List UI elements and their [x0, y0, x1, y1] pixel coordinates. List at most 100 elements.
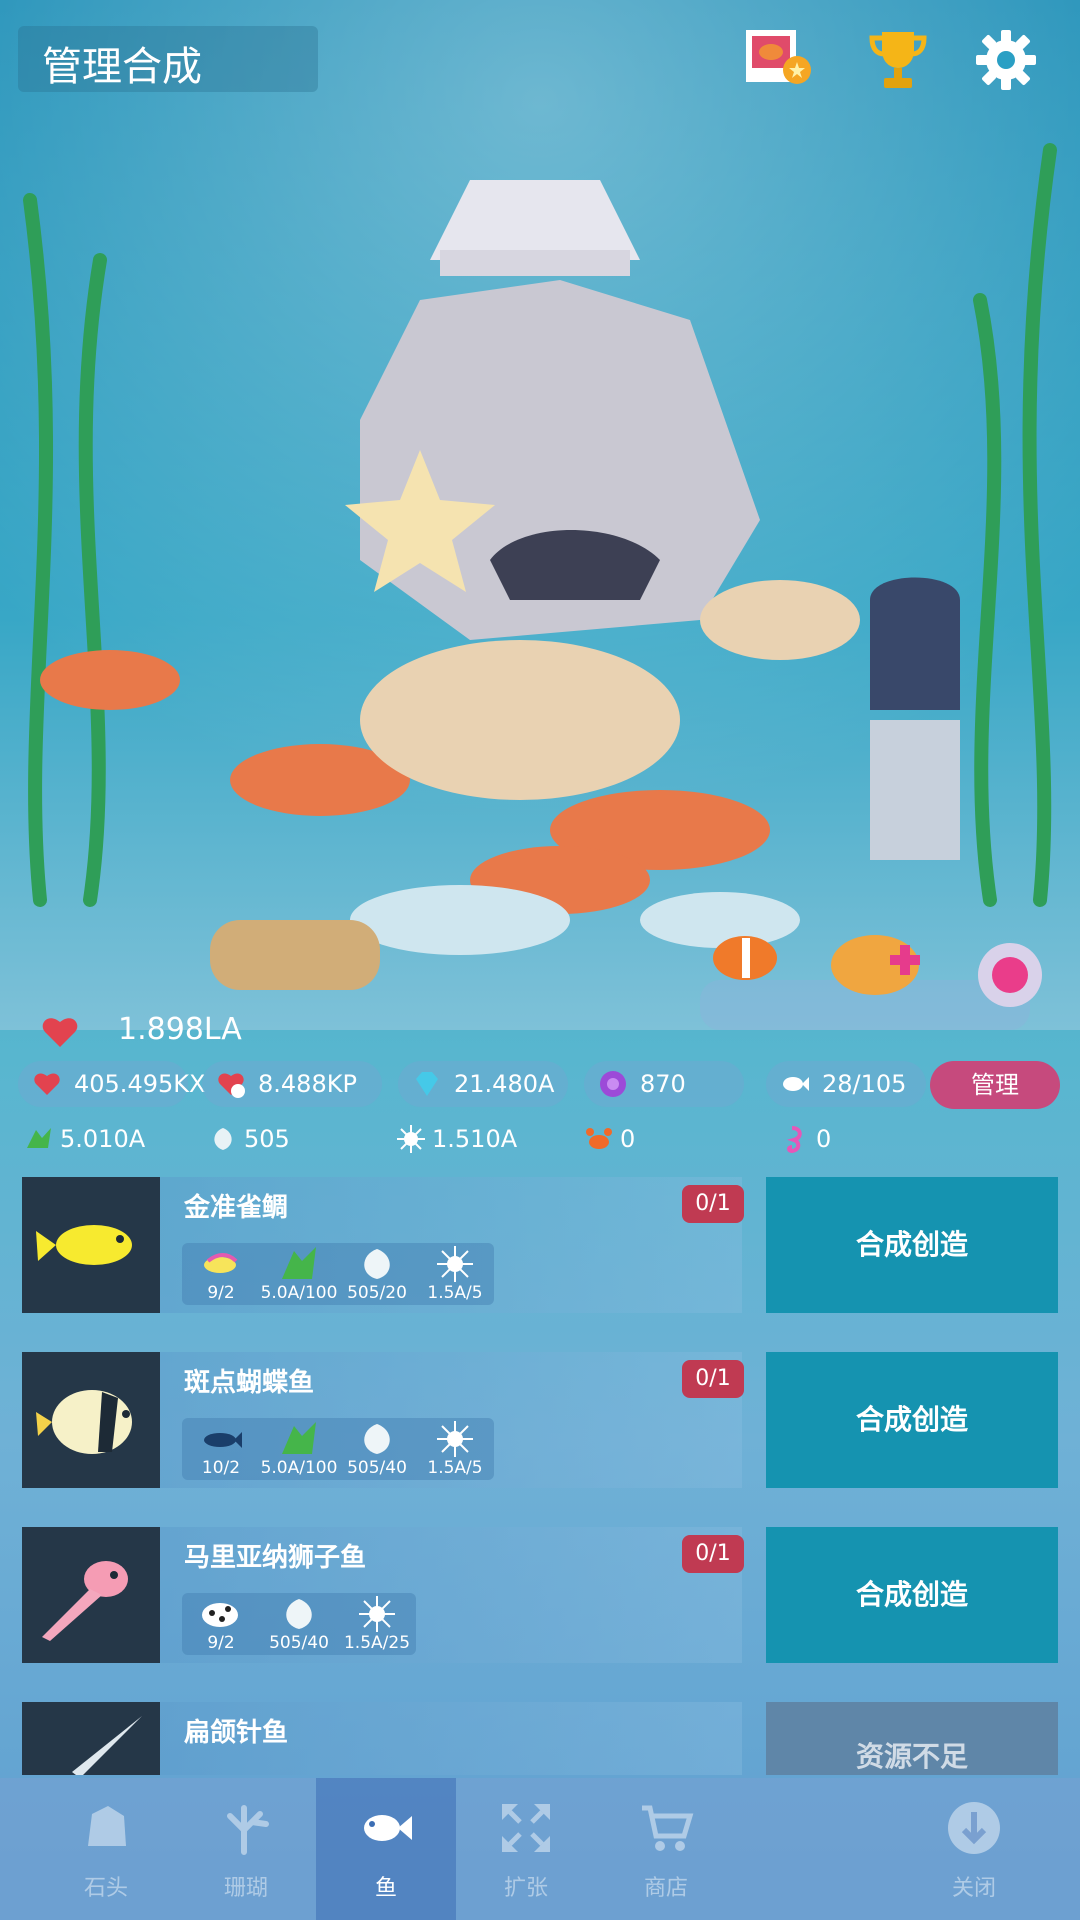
tab-expand[interactable]: 扩张: [456, 1778, 596, 1920]
requirement-item: 5.0A/100: [260, 1243, 338, 1305]
manage-button[interactable]: 管理: [930, 1061, 1060, 1109]
craft-button[interactable]: 合成创造: [766, 1527, 1058, 1663]
seahorse-icon: [786, 1126, 802, 1154]
vitality-per-tap-chip: 405.495KX: [18, 1061, 205, 1107]
vitality-per-sec-chip: 8.488KP: [202, 1061, 382, 1107]
shell-icon: [364, 1424, 390, 1454]
requirement-label: 5.0A/100: [260, 1458, 338, 1478]
shell-icon: [286, 1599, 312, 1629]
tap-heart-icon: [34, 1073, 60, 1095]
requirement-item: 505/40: [338, 1418, 416, 1480]
craft-button-disabled[interactable]: 资源不足: [766, 1702, 1058, 1775]
owned-count-badge: 0/1: [682, 1360, 744, 1398]
gear-icon[interactable]: [970, 24, 1042, 96]
urchin-stat: 1.510A: [396, 1116, 536, 1162]
requirement-item: 9/2: [182, 1593, 260, 1655]
pearls-value: 870: [640, 1070, 686, 1098]
requirement-item: 5.0A/100: [260, 1418, 338, 1480]
tab-coral[interactable]: 珊瑚: [176, 1778, 316, 1920]
bottom-tab-bar: 石头 珊瑚 鱼 扩张 商店 关闭: [0, 1778, 1080, 1920]
seahorse-stat: 0: [780, 1116, 860, 1162]
requirement-label: 9/2: [207, 1283, 235, 1303]
owned-count-badge: 0/1: [682, 1535, 744, 1573]
craft-button[interactable]: 合成创造: [766, 1352, 1058, 1488]
fish-icon: [204, 1432, 242, 1448]
fish-icon: [204, 1253, 238, 1273]
requirement-item: 505/20: [338, 1243, 416, 1305]
urchin-icon: [437, 1246, 473, 1282]
fish-count-value: 28/105: [822, 1070, 907, 1098]
pearl-icon: [600, 1071, 626, 1097]
urchins-value: 1.510A: [432, 1125, 518, 1153]
seaweed-icon: [282, 1247, 316, 1279]
crab-icon: [586, 1128, 612, 1149]
requirements-group: 10/2 5.0A/100 505/40 1.5A/5: [182, 1418, 494, 1480]
requirement-label: 5.0A/100: [260, 1283, 338, 1303]
requirement-label: 1.5A/25: [343, 1633, 411, 1653]
tab-label: 关闭: [951, 1876, 996, 1901]
requirement-label: 10/2: [201, 1458, 241, 1478]
tab-label: 石头: [83, 1876, 128, 1901]
fish-icon: [783, 1077, 809, 1091]
requirement-label: 505/40: [269, 1633, 329, 1653]
urchin-icon: [437, 1421, 473, 1457]
heart-icon: [42, 1018, 78, 1047]
top-bar: 管理合成: [0, 0, 1080, 110]
recipe-name: 斑点蝴蝶鱼: [184, 1368, 315, 1398]
shell-icon: [214, 1128, 232, 1150]
recipe-row: 金准雀鲷 0/1 9/2 5.0A/100 505/20 1.5A/5 合成创造: [22, 1177, 1058, 1313]
close-down-icon: [948, 1802, 1000, 1854]
vitality-per-tap-value: 405.495KX: [74, 1070, 206, 1098]
recipe-thumbnail: [22, 1527, 160, 1663]
requirement-label: 9/2: [207, 1633, 235, 1653]
timer-heart-icon: [218, 1073, 245, 1098]
recipe-row: 马里亚纳狮子鱼 0/1 9/2 505/40 1.5A/25 合成创造: [22, 1527, 1058, 1663]
tab-fish[interactable]: 鱼: [316, 1778, 456, 1920]
owned-count-badge: 0/1: [682, 1185, 744, 1223]
recipe-list[interactable]: 金准雀鲷 0/1 9/2 5.0A/100 505/20 1.5A/5 合成创造: [0, 1175, 1080, 1775]
gems-value: 21.480A: [454, 1070, 555, 1098]
aquarium-scene[interactable]: [0, 0, 1080, 1030]
tab-label: 扩张: [503, 1876, 548, 1901]
needlefish-icon: [72, 1716, 142, 1775]
recipe-row: 扁颌针鱼 资源不足: [22, 1702, 1058, 1775]
requirement-label: 505/40: [347, 1458, 407, 1478]
requirement-item: 9/2: [182, 1243, 260, 1305]
recipe-name: 扁颌针鱼: [184, 1718, 289, 1748]
recipe-thumbnail: [22, 1352, 160, 1488]
crabs-value: 0: [620, 1125, 636, 1153]
shells-value: 505: [244, 1125, 290, 1153]
requirement-item: 505/40: [260, 1593, 338, 1655]
stone-icon: [88, 1806, 126, 1846]
tab-stone[interactable]: 石头: [36, 1778, 176, 1920]
requirements-group: 9/2 5.0A/100 505/20 1.5A/5: [182, 1243, 494, 1305]
spotted-fish-icon: [202, 1603, 238, 1627]
tab-shop[interactable]: 商店: [596, 1778, 736, 1920]
lionfish-icon: [42, 1561, 128, 1641]
tab-close[interactable]: 关闭: [904, 1778, 1044, 1920]
requirement-item: 1.5A/25: [338, 1593, 416, 1655]
craft-button[interactable]: 合成创造: [766, 1177, 1058, 1313]
recipe-name: 金准雀鲷: [184, 1193, 289, 1223]
requirement-item: 1.5A/5: [416, 1243, 494, 1305]
yellow-fish-icon: [36, 1225, 132, 1265]
recipe-name: 马里亚纳狮子鱼: [184, 1543, 367, 1573]
title-panel: 管理合成: [18, 26, 318, 92]
reef-illustration: [0, 0, 1080, 1030]
expand-icon: [502, 1804, 550, 1852]
cart-icon: [642, 1805, 694, 1851]
album-icon[interactable]: [742, 24, 814, 96]
shells-stat: 505: [208, 1116, 308, 1162]
requirement-item: 1.5A/5: [416, 1418, 494, 1480]
fish-icon: [364, 1815, 412, 1841]
urchin-icon: [359, 1596, 395, 1632]
butterflyfish-icon: [36, 1390, 132, 1454]
trophy-icon[interactable]: [862, 24, 934, 96]
seahorses-value: 0: [816, 1125, 832, 1153]
seaweed-stat: 5.010A: [24, 1116, 154, 1162]
tab-label: 鱼: [374, 1876, 397, 1901]
requirement-label: 1.5A/5: [427, 1283, 483, 1303]
vitality-value: 1.898LA: [118, 1012, 242, 1047]
pearls-chip: 870: [584, 1061, 744, 1107]
fish-count-chip: 28/105: [766, 1061, 926, 1107]
